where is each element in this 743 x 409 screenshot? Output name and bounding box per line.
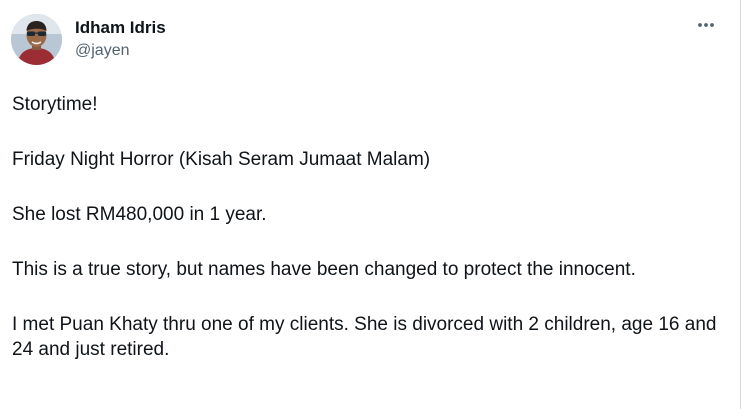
tweet-paragraph: She lost RM480,000 in 1 year. (12, 204, 267, 225)
author-handle[interactable]: @jayen (75, 40, 166, 62)
profile-avatar-icon (11, 14, 62, 65)
tweet-paragraph: Storytime! (12, 94, 98, 115)
author-name[interactable]: Idham Idris (75, 17, 166, 39)
tweet-paragraph: Friday Night Horror (Kisah Seram Jumaat … (12, 149, 431, 170)
tweet-paragraph: This is a true story, but names have bee… (12, 259, 636, 280)
more-horizontal-icon (698, 23, 714, 27)
avatar[interactable] (11, 14, 62, 65)
more-options-button[interactable] (690, 14, 722, 36)
author-block: Idham Idris @jayen (75, 17, 166, 62)
tweet-card: Idham Idris @jayen Storytime! Friday Nig… (0, 0, 741, 409)
tweet-paragraph: I met Puan Khaty thru one of my clients.… (12, 314, 717, 360)
tweet-text: Storytime! Friday Night Horror (Kisah Se… (12, 92, 727, 392)
